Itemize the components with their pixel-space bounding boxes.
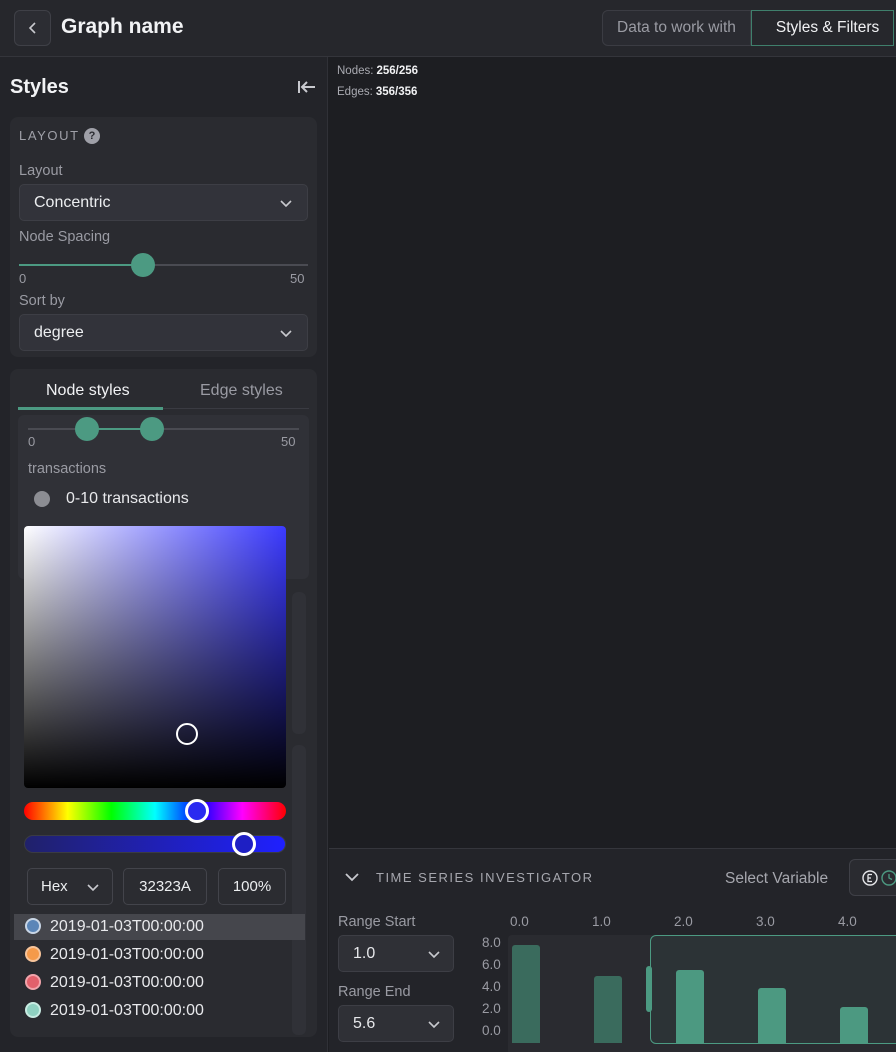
chevron-left-icon [28, 22, 36, 34]
x-tick-label: 4.0 [838, 914, 857, 929]
color-format-value: Hex [41, 878, 68, 895]
nodes-count: Nodes: 256/256 [337, 65, 418, 77]
color-format-select[interactable]: Hex [27, 868, 113, 905]
date-row[interactable]: 2019-01-03T00:00:00 [14, 970, 305, 996]
edges-value: 356/356 [375, 86, 418, 98]
opacity-input[interactable]: 100% [218, 868, 286, 905]
header-tabs: Data to work with Styles & Filters [602, 10, 895, 46]
help-icon[interactable]: ? [84, 128, 100, 144]
date-row[interactable]: 2019-01-03T00:00:00 [14, 914, 305, 940]
chevron-down-icon [87, 884, 99, 892]
hue-knob[interactable] [185, 799, 209, 823]
node-spacing-thumb[interactable] [131, 253, 155, 277]
edges-count: Edges: 356/356 [337, 86, 417, 98]
date-color-swatch [25, 946, 41, 962]
tab-edge-styles[interactable]: Edge styles [200, 382, 283, 400]
date-color-swatch [25, 974, 41, 990]
collapse-panel-icon[interactable] [297, 78, 317, 96]
range-min: 0 [28, 434, 36, 449]
range-high-thumb[interactable] [140, 417, 164, 441]
selected-range-box[interactable] [650, 935, 896, 1044]
date-label: 2019-01-03T00:00:00 [50, 1002, 204, 1019]
color-saturation-area[interactable] [24, 526, 286, 788]
tab-styles-filters[interactable]: Styles & Filters [750, 10, 895, 46]
y-tick-label: 2.0 [482, 1001, 501, 1016]
date-color-swatch [25, 918, 41, 934]
hue-slider[interactable] [24, 799, 286, 823]
tab-data[interactable]: Data to work with [602, 10, 751, 46]
date-row[interactable]: 2019-01-03T00:00:00 [14, 998, 305, 1024]
sort-by-value: degree [34, 323, 84, 341]
back-button[interactable] [14, 10, 51, 46]
page-title: Graph name [61, 15, 184, 38]
time-series-chart: 0.0 1.0 2.0 3.0 4.0 8.0 6.0 4.0 2.0 0.0 [329, 849, 896, 1052]
styles-sidebar: Styles LAYOUT ? Layout Concentric Node S… [0, 57, 328, 1052]
y-tick-label: 4.0 [482, 979, 501, 994]
node-spacing-fill [19, 264, 143, 266]
range-max: 50 [281, 434, 296, 449]
top-bar: Graph name Data to work with Styles & Fi… [0, 0, 896, 57]
chevron-down-icon [280, 330, 292, 338]
sort-by-select[interactable]: degree [19, 314, 308, 351]
date-color-swatch [25, 1002, 41, 1018]
chart-bar [594, 975, 622, 1043]
x-tick-label: 3.0 [756, 914, 775, 929]
node-spacing-label: Node Spacing [19, 229, 111, 245]
time-series-panel: TIME SERIES INVESTIGATOR Select Variable… [329, 848, 896, 1052]
alpha-knob[interactable] [232, 832, 256, 856]
selection-handle[interactable] [646, 966, 653, 1012]
layout-select-value: Concentric [34, 193, 111, 211]
x-tick-label: 2.0 [674, 914, 693, 929]
sidebar-title: Styles [10, 76, 69, 98]
property-label: transactions [28, 461, 107, 477]
y-tick-label: 0.0 [482, 1023, 501, 1038]
date-label: 2019-01-03T00:00:00 [50, 974, 204, 991]
nodes-label: Nodes: [337, 65, 374, 77]
color-picker-cursor[interactable] [176, 723, 198, 745]
node-spacing-max: 50 [290, 271, 305, 286]
y-tick-label: 6.0 [482, 957, 501, 972]
tab-active-underline [18, 407, 163, 410]
layout-label: Layout [19, 163, 63, 179]
layout-heading: LAYOUT [19, 128, 80, 143]
node-spacing-min: 0 [19, 271, 27, 286]
date-label: 2019-01-03T00:00:00 [50, 918, 204, 935]
layout-card: LAYOUT ? Layout Concentric Node Spacing … [10, 117, 317, 357]
date-row[interactable]: 2019-01-03T00:00:00 [14, 942, 305, 968]
edges-label: Edges: [337, 86, 373, 98]
chevron-down-icon [280, 200, 292, 208]
legend-item-label: 0-10 transactions [66, 490, 189, 507]
hex-input[interactable]: 32323A [123, 868, 207, 905]
x-tick-label: 1.0 [592, 914, 611, 929]
nodes-value: 256/256 [376, 65, 419, 77]
y-tick-label: 8.0 [482, 935, 501, 950]
x-tick-label: 0.0 [510, 914, 529, 929]
graph-canvas[interactable]: Nodes: 256/256 Edges: 356/356 [329, 57, 896, 848]
layout-select[interactable]: Concentric [19, 184, 308, 221]
alpha-slider[interactable] [24, 832, 286, 856]
date-label: 2019-01-03T00:00:00 [50, 946, 204, 963]
range-low-thumb[interactable] [75, 417, 99, 441]
sort-by-label: Sort by [19, 293, 65, 309]
legend-color-swatch[interactable] [34, 491, 50, 507]
subcard-edge-a [292, 592, 306, 734]
tab-node-styles[interactable]: Node styles [46, 382, 130, 400]
chart-bar [512, 945, 540, 1043]
